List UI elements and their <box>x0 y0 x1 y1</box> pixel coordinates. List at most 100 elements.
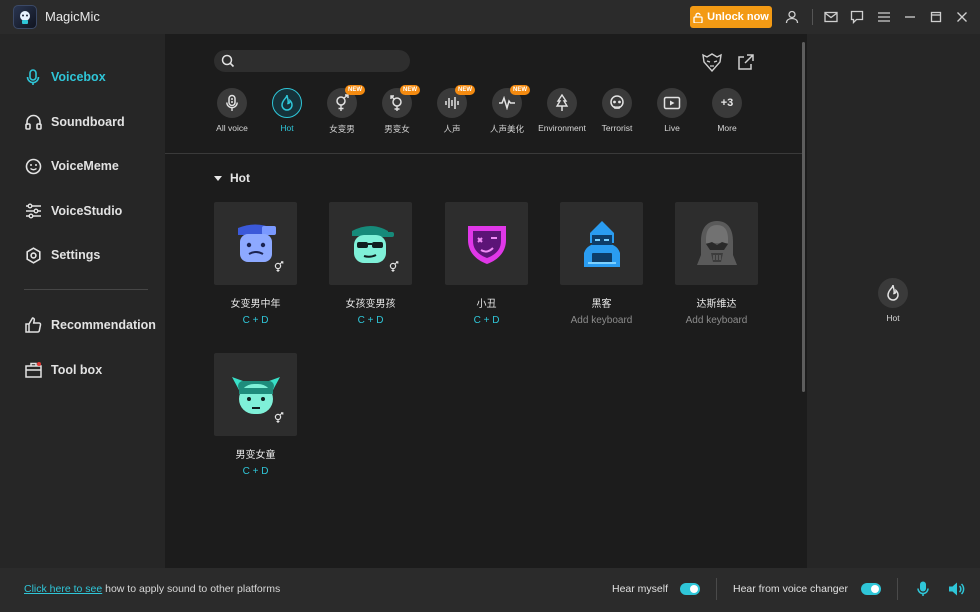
hear-myself-toggle[interactable] <box>680 583 700 595</box>
help-text-rest: how to apply sound to other platforms <box>102 583 281 595</box>
voice-hotkey[interactable]: C + D <box>329 315 412 326</box>
maximize-icon[interactable] <box>927 8 945 26</box>
bottom-bar: Click here to see how to apply sound to … <box>0 568 980 612</box>
lock-icon <box>693 12 703 23</box>
speaker-icon[interactable] <box>948 580 966 598</box>
gear-icon <box>24 246 42 264</box>
help-text: Click here to see how to apply sound to … <box>24 583 280 595</box>
gender-swap-icon <box>274 412 284 423</box>
voice-name: 男变女童 <box>235 450 276 461</box>
voice-hotkey[interactable]: C + D <box>214 466 297 477</box>
sidebar-item-voicememe[interactable]: VoiceMeme <box>24 155 119 177</box>
sidebar-item-label: VoiceStudio <box>51 204 123 218</box>
help-link[interactable]: Click here to see <box>24 583 102 595</box>
title-bar: MagicMic Unlock now <box>0 0 980 34</box>
search-box[interactable] <box>214 50 410 72</box>
flame-icon <box>887 284 899 301</box>
app-logo <box>13 5 37 29</box>
category-all-voice[interactable]: All voice <box>204 88 260 133</box>
cool-boy-avatar <box>351 225 394 263</box>
category-label: 人声美化 <box>489 124 524 134</box>
category-vocal-beautify[interactable]: NEW 人声美化 <box>479 85 535 135</box>
pulse-icon <box>499 96 515 110</box>
voice-card[interactable]: 黑客 Add keyboard <box>560 202 643 326</box>
search-input[interactable] <box>240 53 400 69</box>
right-panel: Hot <box>807 34 980 568</box>
category-terrorist[interactable]: Terrorist <box>589 88 645 133</box>
category-vocal[interactable]: NEW 人声 <box>424 85 480 135</box>
minimize-icon[interactable] <box>901 8 919 26</box>
voice-card[interactable]: 女变男中年 C + D <box>214 202 297 326</box>
new-badge: NEW <box>455 85 475 95</box>
category-label: Terrorist <box>601 123 633 133</box>
hacker-avatar <box>583 220 620 267</box>
close-icon[interactable] <box>953 8 971 26</box>
gender-swap-icon <box>274 261 284 272</box>
sidebar-item-label: Settings <box>51 248 101 262</box>
section-header-hot[interactable]: Hot <box>214 171 250 185</box>
category-live[interactable]: Live <box>644 88 700 133</box>
unlock-now-button[interactable]: Unlock now <box>690 6 772 28</box>
hear-changer-label: Hear from voice changer <box>733 583 848 595</box>
voice-name: 女变男中年 <box>230 299 281 310</box>
voice-card[interactable]: 男变女童 C + D <box>214 353 297 477</box>
toolbox-icon <box>24 361 42 379</box>
category-label: 女变男 <box>329 124 355 134</box>
new-badge: NEW <box>510 85 530 95</box>
sidebar-item-label: VoiceMeme <box>51 159 119 173</box>
sidebar-item-recommendation[interactable]: Recommendation <box>24 314 156 336</box>
export-icon[interactable] <box>735 51 757 73</box>
category-divider <box>165 153 803 154</box>
category-label: 男变女 <box>384 124 410 134</box>
sidebar-item-label: Recommendation <box>51 318 156 332</box>
new-badge: NEW <box>345 85 365 95</box>
add-keyboard-link[interactable]: Add keyboard <box>675 315 758 326</box>
account-icon[interactable] <box>783 8 801 26</box>
voice-card[interactable]: 女孩变男孩 C + D <box>329 202 412 326</box>
voice-name: 达斯维达 <box>696 299 737 310</box>
add-keyboard-link[interactable]: Add keyboard <box>560 315 643 326</box>
voice-hotkey[interactable]: C + D <box>445 315 528 326</box>
microphone-icon[interactable] <box>914 580 932 598</box>
male-female-icon <box>390 95 402 111</box>
skull-icon <box>610 95 624 109</box>
category-male-to-female[interactable]: NEW 男变女 <box>369 85 425 135</box>
menu-icon[interactable] <box>875 8 893 26</box>
gender-swap-icon <box>389 261 399 272</box>
sidebar-item-voicebox[interactable]: Voicebox <box>24 66 106 88</box>
category-label: Hot <box>280 123 294 133</box>
more-count: +3 <box>720 97 734 109</box>
unlock-now-label: Unlock now <box>707 11 769 23</box>
section-title: Hot <box>230 171 250 185</box>
selected-category-hot[interactable] <box>878 278 908 308</box>
clown-mask-avatar <box>467 225 506 264</box>
voice-card[interactable]: 小丑 C + D <box>445 202 528 326</box>
category-female-to-male[interactable]: NEW 女变男 <box>314 85 370 135</box>
sidebar: Voicebox Soundboard VoiceMeme VoiceStudi… <box>0 34 165 568</box>
tree-icon <box>555 94 569 111</box>
mail-icon[interactable] <box>822 8 840 26</box>
voice-name: 黑客 <box>591 299 612 310</box>
sidebar-item-tool-box[interactable]: Tool box <box>24 359 102 381</box>
category-environment[interactable]: Environment <box>534 88 590 133</box>
collapse-triangle-icon <box>214 175 222 181</box>
scrollbar[interactable] <box>802 42 805 392</box>
thumbs-up-icon <box>24 316 42 334</box>
sidebar-item-soundboard[interactable]: Soundboard <box>24 111 125 133</box>
category-hot[interactable]: Hot <box>259 88 315 133</box>
sidebar-item-label: Voicebox <box>51 70 106 84</box>
voice-card[interactable]: 达斯维达 Add keyboard <box>675 202 758 326</box>
darth-vader-avatar <box>696 220 737 265</box>
category-more[interactable]: +3 More <box>699 88 755 133</box>
voice-mask-icon[interactable] <box>701 51 723 73</box>
sidebar-item-settings[interactable]: Settings <box>24 244 100 266</box>
voice-hotkey[interactable]: C + D <box>214 315 297 326</box>
female-male-icon <box>336 94 349 111</box>
flame-icon <box>281 94 293 111</box>
hear-changer-toggle[interactable] <box>861 583 881 595</box>
voice-name: 小丑 <box>476 299 497 310</box>
sidebar-item-voicestudio[interactable]: VoiceStudio <box>24 200 122 222</box>
bottom-separator <box>716 578 717 600</box>
feedback-icon[interactable] <box>848 8 866 26</box>
microphone-icon <box>24 68 42 86</box>
